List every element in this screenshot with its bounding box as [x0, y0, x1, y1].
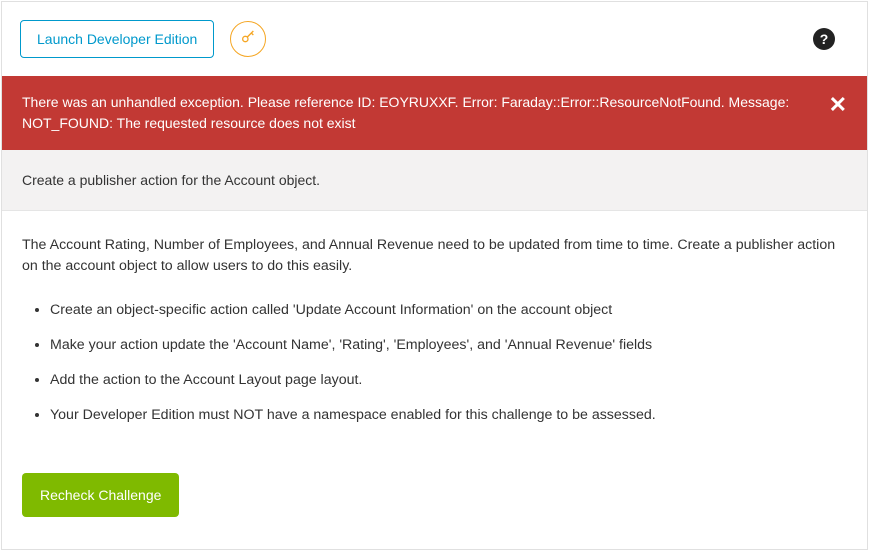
recheck-challenge-button[interactable]: Recheck Challenge [22, 473, 179, 517]
challenge-content: The Account Rating, Number of Employees,… [2, 211, 867, 537]
error-banner: There was an unhandled exception. Please… [2, 76, 867, 150]
list-item: Make your action update the 'Account Nam… [50, 335, 847, 356]
close-icon[interactable]: ✕ [829, 92, 847, 116]
error-message: There was an unhandled exception. Please… [22, 92, 829, 134]
key-icon-button[interactable] [230, 21, 266, 57]
challenge-panel: Launch Developer Edition ? There was an … [1, 1, 868, 550]
help-icon[interactable]: ? [813, 28, 835, 50]
launch-developer-edition-button[interactable]: Launch Developer Edition [20, 20, 214, 58]
header-row: Launch Developer Edition ? [2, 2, 867, 76]
list-item: Create an object-specific action called … [50, 300, 847, 321]
list-item: Add the action to the Account Layout pag… [50, 370, 847, 391]
requirements-list: Create an object-specific action called … [22, 300, 847, 427]
list-item: Your Developer Edition must NOT have a n… [50, 405, 847, 426]
key-icon [240, 29, 256, 50]
challenge-subtitle: Create a publisher action for the Accoun… [2, 150, 867, 211]
challenge-intro: The Account Rating, Number of Employees,… [22, 235, 847, 278]
